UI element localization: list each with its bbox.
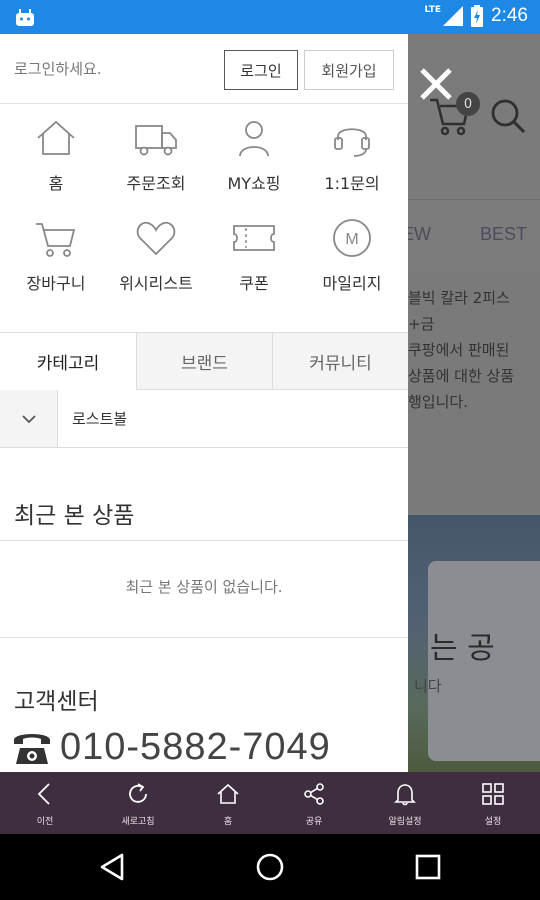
- bottom-app-bar: 이전 새로고침 홈 공유 알림설정 설정: [0, 772, 540, 834]
- divider: [0, 448, 408, 474]
- login-button[interactable]: 로그인: [224, 50, 298, 90]
- coupon-icon: [233, 225, 275, 251]
- quick-label: 장바구니: [26, 274, 86, 293]
- quick-menu: 홈 주문조회 MY쇼핑 1:1문의 장바구니 위시리스트 쿠폰 M 마일리지: [0, 104, 408, 332]
- back-button[interactable]: 이전: [0, 772, 90, 834]
- share-button[interactable]: 공유: [269, 772, 359, 834]
- home-icon: [217, 783, 239, 804]
- category-name[interactable]: 로스트볼: [72, 408, 127, 429]
- drawer-tabs: 카테고리 브랜드 커뮤니티: [0, 332, 408, 390]
- phone-icon: [14, 733, 50, 764]
- notice-line: 상품에 대한 상품: [408, 367, 515, 385]
- notice-line: 쿠팡에서 판매된: [408, 341, 510, 359]
- quick-inquiry[interactable]: 1:1문의: [301, 104, 403, 204]
- tab-brand[interactable]: 브랜드: [136, 333, 272, 390]
- nav-back-icon[interactable]: [98, 851, 130, 883]
- side-drawer: 로그인하세요. 로그인 회원가입 홈 주문조회 MY쇼핑 1:1문의 장바구니 …: [0, 34, 408, 772]
- clock: 2:46: [491, 5, 528, 26]
- quick-label: 1:1문의: [324, 174, 380, 193]
- quick-label: MY쇼핑: [227, 174, 281, 193]
- status-bar: LTE 2:46: [0, 0, 540, 34]
- system-nav-bar: [0, 834, 540, 900]
- network-label: LTE: [424, 5, 442, 15]
- banner-title: 는 공: [430, 631, 495, 666]
- quick-home[interactable]: 홈: [5, 104, 107, 204]
- close-icon[interactable]: [416, 64, 456, 104]
- battery-icon: [471, 5, 484, 27]
- customer-center-phone[interactable]: 010-5882-7049: [12, 726, 331, 769]
- quick-cart[interactable]: 장바구니: [5, 204, 107, 304]
- tab-community[interactable]: 커뮤니티: [272, 333, 408, 390]
- appbar-label: 이전: [36, 817, 54, 827]
- appbar-label: 홈: [223, 817, 233, 827]
- phone-number[interactable]: 010-5882-7049: [60, 726, 331, 769]
- search-icon[interactable]: [488, 96, 528, 136]
- home-icon: [37, 120, 75, 155]
- quick-mileage[interactable]: M 마일리지: [301, 204, 403, 304]
- cart-icon: [36, 223, 76, 257]
- headset-icon: [334, 128, 370, 157]
- svg-text:M: M: [345, 231, 358, 248]
- quick-label: 위시리스트: [119, 274, 193, 293]
- appbar-label: 알림설정: [388, 817, 422, 827]
- tab-best[interactable]: BEST: [480, 224, 527, 245]
- tab-category[interactable]: 카테고리: [0, 333, 136, 390]
- notification-settings-button[interactable]: 알림설정: [360, 772, 450, 834]
- back-icon: [37, 783, 50, 805]
- quick-order[interactable]: 주문조회: [105, 104, 207, 204]
- share-icon: [304, 783, 324, 805]
- quick-label: 마일리지: [322, 274, 382, 293]
- quick-label: 쿠폰: [239, 274, 269, 293]
- background-notice: 블빅 칼라 2피스 +금 쿠팡에서 판매된 상품에 대한 상품 행입니다.: [408, 271, 540, 515]
- notice-line: 블빅 칼라 2피스: [408, 289, 510, 307]
- banner-subtitle: 니다: [414, 677, 442, 695]
- quick-myshopping[interactable]: MY쇼핑: [203, 104, 305, 204]
- tab-new[interactable]: EW: [408, 224, 431, 245]
- background-tabs: EW BEST: [408, 199, 540, 271]
- category-expand-toggle[interactable]: [0, 390, 58, 447]
- notice-line: +금: [408, 315, 435, 333]
- quick-coupon[interactable]: 쿠폰: [203, 204, 305, 304]
- background-header: 0: [408, 34, 540, 199]
- divider: [0, 637, 408, 638]
- customer-center-title: 고객센터: [14, 689, 99, 715]
- recent-empty-message: 최근 본 상품이 없습니다.: [125, 578, 283, 596]
- appbar-label: 새로고침: [121, 817, 155, 827]
- settings-button[interactable]: 설정: [448, 772, 538, 834]
- background-banner: 는 공 니다: [408, 515, 540, 772]
- refresh-button[interactable]: 새로고침: [93, 772, 183, 834]
- chevron-down-icon: [21, 414, 36, 423]
- quick-label: 홈: [48, 174, 64, 193]
- nav-recents-icon[interactable]: [412, 851, 444, 883]
- quick-label: 주문조회: [126, 174, 186, 193]
- grid-icon: [482, 783, 504, 805]
- heart-icon: [136, 221, 176, 256]
- nav-home-icon[interactable]: [254, 851, 286, 883]
- recent-title: 최근 본 상품: [14, 503, 135, 529]
- divider: [0, 540, 408, 541]
- appbar-label: 설정: [484, 817, 502, 827]
- background-page: 0 EW BEST 블빅 칼라 2피스 +금 쿠팡에서 판매된 상품에 대한 상…: [408, 34, 540, 772]
- android-icon: [16, 9, 34, 26]
- person-icon: [239, 121, 269, 157]
- appbar-label: 공유: [305, 817, 323, 827]
- cart-badge: 0: [456, 92, 480, 116]
- quick-wishlist[interactable]: 위시리스트: [105, 204, 207, 304]
- login-bar: 로그인하세요. 로그인 회원가입: [0, 34, 408, 104]
- bell-icon: [394, 784, 416, 806]
- mileage-icon: M: [333, 219, 371, 257]
- notice-line: 행입니다.: [408, 393, 468, 411]
- home-button[interactable]: 홈: [183, 772, 273, 834]
- refresh-icon: [129, 783, 147, 803]
- login-prompt: 로그인하세요.: [14, 60, 102, 78]
- signal-icon: [443, 6, 464, 26]
- join-button[interactable]: 회원가입: [304, 50, 394, 90]
- truck-icon: [135, 125, 177, 156]
- category-row[interactable]: 로스트볼: [0, 390, 408, 448]
